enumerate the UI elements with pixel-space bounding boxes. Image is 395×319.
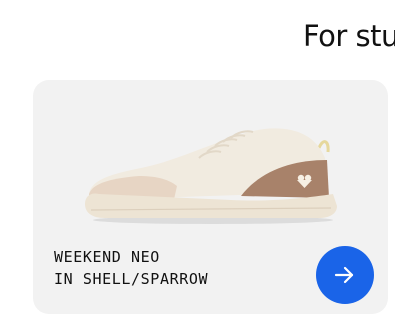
sneaker-image bbox=[85, 128, 337, 224]
arrow-right-icon bbox=[334, 266, 354, 284]
product-name: WEEKEND NEO IN SHELL/SPARROW bbox=[54, 246, 208, 290]
product-card[interactable]: WEEKEND NEO IN SHELL/SPARROW bbox=[33, 80, 388, 314]
product-name-line-1: WEEKEND NEO bbox=[54, 248, 160, 266]
product-name-line-2: IN SHELL/SPARROW bbox=[54, 270, 209, 288]
section-heading: For stu bbox=[303, 19, 395, 53]
view-product-button[interactable] bbox=[316, 246, 374, 304]
